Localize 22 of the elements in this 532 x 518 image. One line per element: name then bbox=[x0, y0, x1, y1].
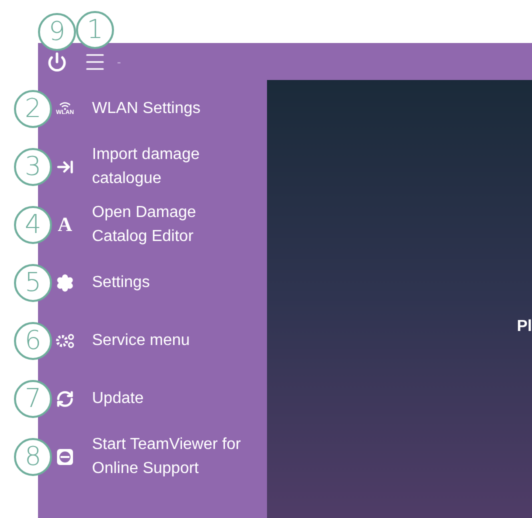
menu-item[interactable]: Settings bbox=[92, 271, 242, 295]
menu-item[interactable]: Import damage catalogue bbox=[92, 143, 242, 191]
letter-icon: A bbox=[58, 214, 72, 236]
callout-number: 5 bbox=[14, 264, 52, 302]
refresh-icon bbox=[56, 390, 74, 408]
menu-item[interactable]: Update bbox=[92, 387, 242, 411]
app-title: - bbox=[117, 54, 121, 68]
callout-number: 6 bbox=[14, 322, 52, 360]
callout-number: 4 bbox=[14, 206, 52, 244]
teamviewer-icon bbox=[56, 448, 74, 466]
arrow-to-line-icon bbox=[56, 158, 74, 176]
callout-number: 1 bbox=[76, 10, 114, 48]
callout-number: 8 bbox=[14, 438, 52, 476]
menu-item[interactable]: Open Damage Catalog Editor bbox=[92, 201, 242, 249]
menu-item[interactable]: Service menu bbox=[92, 329, 242, 353]
callout-number: 7 bbox=[14, 380, 52, 418]
panel-text: Pl bbox=[516, 318, 532, 336]
menu-item[interactable]: WLAN Settings bbox=[92, 97, 242, 121]
callout-number: 3 bbox=[14, 148, 52, 186]
callout-number: 2 bbox=[14, 90, 52, 128]
menu-item[interactable]: Start TeamViewer for Online Support bbox=[92, 433, 242, 481]
callout-number: 9 bbox=[38, 12, 76, 50]
